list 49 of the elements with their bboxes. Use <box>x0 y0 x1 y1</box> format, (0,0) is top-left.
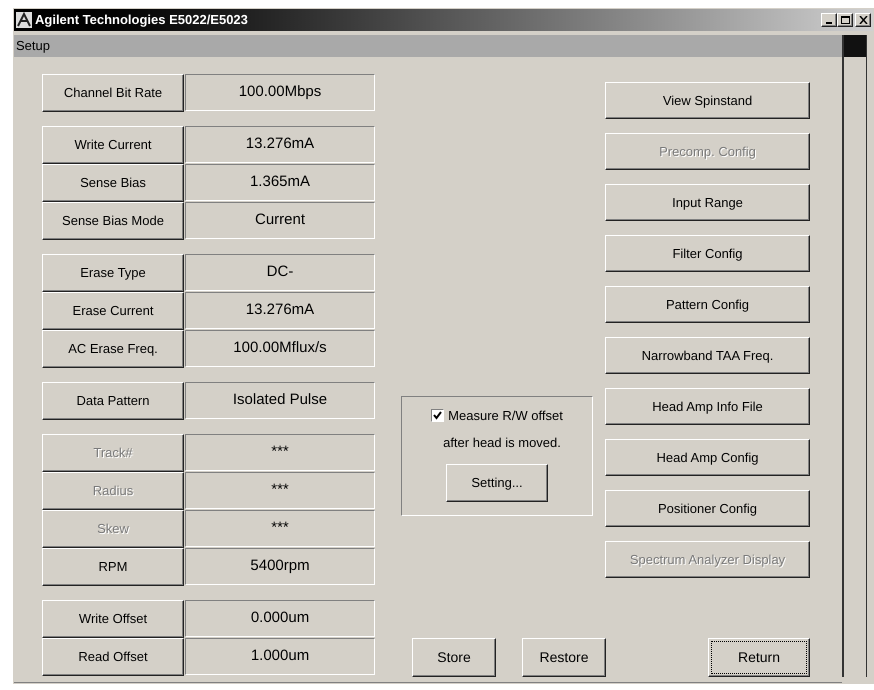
value-field: *** <box>185 510 375 547</box>
value-field: Isolated Pulse <box>185 382 375 419</box>
value-field: 100.00Mbps <box>185 74 375 111</box>
parameter-button[interactable]: Sense Bias <box>42 164 184 202</box>
setting-button[interactable]: Setting... <box>446 464 548 502</box>
menu-item[interactable]: Setup <box>16 36 50 56</box>
value-field: *** <box>185 434 375 471</box>
config-button[interactable]: Head Amp Info File <box>605 388 810 425</box>
checkbox-label: Measure R/W offset <box>448 407 563 425</box>
parameter-button[interactable]: RPM <box>42 548 184 586</box>
value-field: 13.276mA <box>185 126 375 163</box>
parameter-button[interactable]: Erase Current <box>42 292 184 330</box>
config-button[interactable]: Narrowband TAA Freq. <box>605 337 810 374</box>
checkbox-label: after head is moved. <box>443 434 561 452</box>
parameter-button[interactable]: Write Offset <box>42 600 184 638</box>
parameter-button[interactable]: Channel Bit Rate <box>42 74 184 112</box>
config-button[interactable]: Filter Config <box>605 235 810 272</box>
value-field: *** <box>185 472 375 509</box>
check-icon <box>433 411 442 420</box>
parameter-button[interactable]: AC Erase Freq. <box>42 330 184 368</box>
config-button[interactable]: Positioner Config <box>605 490 810 527</box>
close-icon <box>858 16 868 24</box>
value-field: DC- <box>185 254 375 291</box>
action-button[interactable]: Restore <box>522 638 606 677</box>
close-button[interactable] <box>855 13 871 27</box>
app-icon <box>16 12 32 28</box>
value-field: 1.365mA <box>185 164 375 201</box>
window-title: Agilent Technologies E5022/E5023 <box>35 11 249 30</box>
value-field: 1.000um <box>185 638 375 675</box>
action-button[interactable]: Store <box>412 638 496 677</box>
checkbox[interactable] <box>431 409 444 422</box>
config-button[interactable]: View Spinstand <box>605 82 810 119</box>
action-button[interactable]: Return <box>708 638 810 677</box>
maximize-button[interactable] <box>837 13 853 27</box>
parameter-button[interactable]: Data Pattern <box>42 382 184 420</box>
value-field: 0.000um <box>185 600 375 637</box>
maximize-icon <box>840 16 850 24</box>
value-field: Current <box>185 202 375 239</box>
parameter-button[interactable]: Write Current <box>42 126 184 164</box>
parameter-button[interactable]: Read Offset <box>42 638 184 676</box>
config-button[interactable]: Pattern Config <box>605 286 810 323</box>
parameter-button[interactable]: Erase Type <box>42 254 184 292</box>
value-field: 5400rpm <box>185 548 375 585</box>
minimize-button[interactable] <box>821 13 837 27</box>
value-field: 100.00Mflux/s <box>185 330 375 367</box>
parameter-button[interactable]: Sense Bias Mode <box>42 202 184 240</box>
config-button[interactable]: Head Amp Config <box>605 439 810 476</box>
value-field: 13.276mA <box>185 292 375 329</box>
config-button[interactable]: Input Range <box>605 184 810 221</box>
